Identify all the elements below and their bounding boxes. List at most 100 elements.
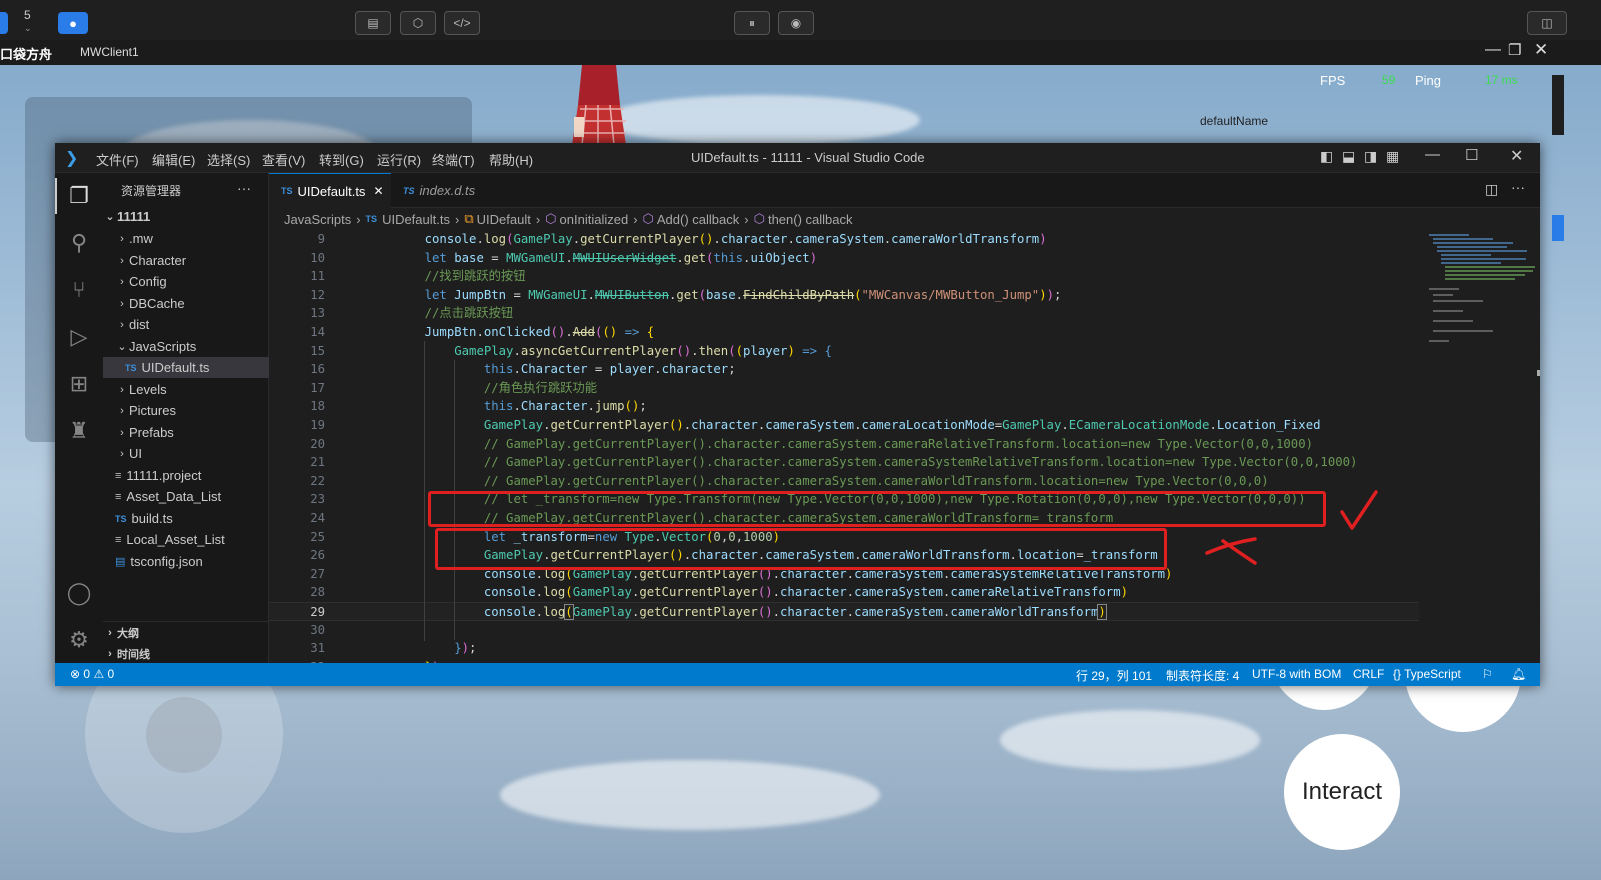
explorer-icon[interactable]: ❐ [65,182,93,210]
toggle-secondary-sidebar-icon[interactable]: ◨ [1364,148,1377,165]
tree-item-label: UIDefault.ts [141,360,210,375]
menu-terminal[interactable]: 终端(T) [432,150,475,169]
game-window-titlebar: 口袋方舟 MWClient1 — ❐ ✕ [0,40,1601,65]
breadcrumb-item[interactable]: Add() callback [657,212,739,227]
tree-item-label: Asset_Data_List [126,489,222,504]
counter-chevron-icon[interactable]: ⌄ [24,23,32,34]
account-icon[interactable]: ◯ [65,579,93,607]
breadcrumb-item[interactable]: UIDefault.ts [382,212,450,227]
breadcrumb-item[interactable]: onInitialized [560,212,629,227]
bell-icon[interactable]: 🔔︎ [1511,667,1526,681]
globe-icon[interactable]: ● [58,12,88,34]
cursor-position[interactable]: 行 29，列 101 [1076,667,1152,684]
stop-icon[interactable]: ◉ [778,11,814,35]
tree-item[interactable]: ≡ Asset_Data_List [103,486,269,507]
restore-icon[interactable]: ❐ [1508,41,1521,59]
source-control-icon[interactable]: ⑂ [65,276,93,304]
tree-item[interactable]: ≡ 11111.project [103,465,269,486]
explorer-sidebar: 资源管理器 ··· ⌄ 11111 › .mw › Character › Config › D… [103,173,269,663]
tree-item[interactable]: › Prefabs [103,422,269,443]
tree-item[interactable]: ≡ Local_Asset_List [103,529,269,550]
tree-item[interactable]: › Config [103,271,269,292]
end-of-line[interactable]: CRLF [1353,667,1384,681]
extensions-icon[interactable]: ⊞ [65,370,93,398]
tree-item[interactable]: › Levels [103,379,269,400]
gear-icon[interactable]: ⚙ [65,626,93,654]
code-line: 18 this.Character.jump(); [310,399,647,414]
error-icon: ⊗ [70,667,81,681]
menu-go[interactable]: 转到(G) [319,150,364,169]
minimap[interactable] [1419,230,1540,663]
game-window-title: MWClient1 [80,45,139,59]
split-editor-icon[interactable]: ◫ [1485,181,1498,198]
menu-run[interactable]: 运行(R) [377,150,421,169]
pause-icon[interactable]: ⏸ [734,11,770,35]
right-blue-marker [1552,215,1564,241]
tree-item[interactable]: › dist [103,314,269,335]
root-folder[interactable]: ⌄ 11111 [103,206,269,227]
tree-item[interactable]: TS UIDefault.ts [103,357,269,378]
document-icon[interactable]: ▤ [355,11,391,35]
panel-toggle-icon[interactable]: ◫ [1527,11,1567,35]
json-file-icon: ▤ [115,556,126,568]
tree-item[interactable]: › UI [103,443,269,464]
tree-item[interactable]: ⌄ JavaScripts [103,336,269,357]
chevron-right-icon: › [120,254,124,267]
encoding[interactable]: UTF-8 with BOM [1252,667,1341,681]
run-debug-icon[interactable]: ▷ [65,323,93,351]
tree-item-label: UI [129,446,142,461]
code-line: 11 //找到跳跃的按钮 [310,269,526,284]
feedback-icon[interactable]: ⚐ [1482,667,1493,681]
tree-item[interactable]: › .mw [103,228,269,249]
timeline-section[interactable]: › 时间线 [103,643,269,664]
tree-item[interactable]: › DBCache [103,293,269,314]
interact-button[interactable]: Interact [1284,734,1400,850]
toggle-panel-icon[interactable]: ⬓ [1342,148,1355,165]
window-title: UIDefault.ts - 11111 - Visual Studio Cod… [691,150,925,165]
minimize-icon[interactable]: — [1425,146,1440,163]
close-tab-icon[interactable]: ✕ [373,184,383,198]
tree-item-label: JavaScripts [129,339,197,354]
menu-help[interactable]: 帮助(H) [489,150,533,169]
tree-item-label: Character [129,253,187,268]
errors-indicator[interactable]: ⊗ 0 ⚠ 0 [70,667,114,681]
menu-file[interactable]: 文件(F) [96,150,139,169]
code-icon[interactable]: </> [444,11,480,35]
tree-item-label: build.ts [131,511,173,526]
menu-edit[interactable]: 编辑(E) [152,150,195,169]
language-mode[interactable]: {} TypeScript [1393,667,1461,681]
breadcrumb-item[interactable]: UIDefault [477,212,531,227]
tree-item[interactable]: › Pictures [103,400,269,421]
tree-item[interactable]: › Character [103,250,269,271]
menu-view[interactable]: 查看(V) [262,150,305,169]
tab-uidefault[interactable]: TS UIDefault.ts ✕ [269,173,391,208]
close-icon[interactable]: ✕ [1534,40,1548,60]
breadcrumb-item[interactable]: JavaScripts [284,212,351,227]
annotation-box-wrong [435,528,1167,570]
tree-item-label: Config [129,274,167,289]
tree-item-label: Levels [129,382,167,397]
joystick-thumb[interactable] [146,697,222,773]
left-blue-button[interactable] [0,12,8,34]
minimize-icon[interactable]: — [1485,41,1501,59]
outline-section[interactable]: › 大纲 [103,622,269,643]
maximize-icon[interactable]: ☐ [1465,146,1478,164]
tree-item[interactable]: ▤ tsconfig.json [103,551,269,572]
breadcrumb-separator-icon: › [744,211,749,227]
explorer-title: 资源管理器 [121,184,182,198]
menu-selection[interactable]: 选择(S) [207,150,250,169]
close-icon[interactable]: ✕ [1510,146,1523,166]
tab-index-d-ts[interactable]: TS index.d.ts [391,173,509,208]
toggle-sidebar-icon[interactable]: ◧ [1320,148,1333,165]
code-editor[interactable]: 9 console.log(GamePlay.getCurrentPlayer(… [269,230,1419,664]
search-icon[interactable]: ⚲ [65,229,93,257]
tree-item[interactable]: TS build.ts [103,508,269,529]
tab-size[interactable]: 制表符长度: 4 [1166,667,1239,684]
mw-extension-icon[interactable]: ♜ [65,417,93,445]
more-actions-icon[interactable]: ··· [1511,179,1525,195]
customize-layout-icon[interactable]: ▦ [1386,148,1399,165]
cube-icon[interactable]: ⬡ [400,11,436,35]
chevron-right-icon: › [120,404,124,417]
explorer-more-icon[interactable]: ··· [237,180,251,196]
breadcrumb-item[interactable]: then() callback [768,212,853,227]
